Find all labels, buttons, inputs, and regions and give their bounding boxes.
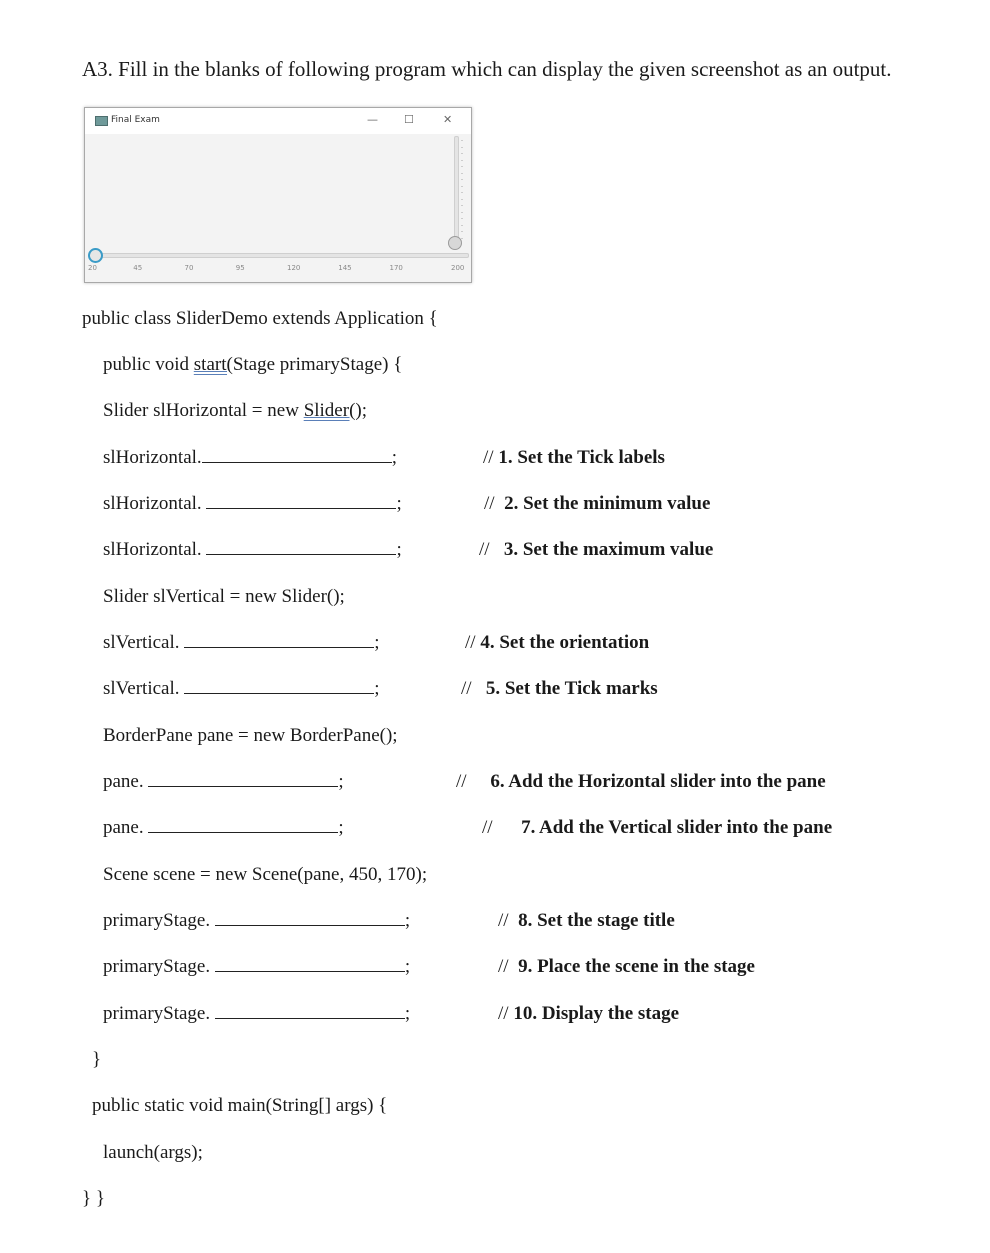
code-slider-horizontal-decl: Slider slHorizontal = new Slider(); (103, 400, 368, 421)
question-heading: A3. Fill in the blanks of following prog… (82, 57, 892, 81)
vertical-tick-mark (461, 205, 463, 206)
code-line-p2: pane. ; (103, 817, 344, 838)
maximize-icon[interactable]: ☐ (404, 113, 414, 126)
comment-1: // 1. Set the Tick labels (483, 447, 665, 468)
blank-6[interactable] (148, 772, 339, 787)
vertical-tick-mark (461, 231, 463, 232)
vertical-slider-thumb[interactable] (448, 236, 462, 250)
tick-label: 120 (287, 264, 301, 272)
blank-8[interactable] (214, 911, 405, 926)
vertical-tick-mark (461, 166, 463, 167)
vertical-tick-mark (461, 159, 463, 161)
tick-label: 95 (235, 264, 245, 272)
window-titlebar: Final Exam — ☐ ✕ (85, 108, 471, 134)
blank-3[interactable] (206, 540, 397, 555)
blank-7[interactable] (148, 818, 339, 833)
output-window-screenshot: Final Exam — ☐ ✕ 20 45 70 95 120 145 170 200 (84, 107, 472, 283)
vertical-tick-mark (461, 211, 463, 213)
blank-2[interactable] (206, 494, 397, 509)
code-start-method: public void start(Stage primaryStage) { (103, 354, 403, 375)
tick-label: 45 (133, 264, 143, 272)
vertical-tick-mark (461, 237, 463, 239)
code-line-s2: primaryStage. ; (103, 956, 411, 977)
blank-10[interactable] (214, 1004, 405, 1019)
comment-9: // 9. Place the scene in the stage (498, 956, 755, 977)
vertical-tick-mark (461, 153, 463, 154)
code-line-v2: slVertical. ; (103, 678, 380, 699)
comment-2: // 2. Set the minimum value (484, 493, 711, 514)
blank-5[interactable] (184, 679, 375, 694)
minimize-icon[interactable]: — (367, 113, 378, 126)
code-close-method: } (92, 1049, 102, 1070)
code-line-h2: slHorizontal. ; (103, 493, 402, 514)
start-link: start( (193, 354, 233, 375)
vertical-tick-mark (461, 218, 463, 219)
tick-label: 20 (88, 264, 97, 272)
code-line-p1: pane. ; (103, 771, 344, 792)
blank-4[interactable] (184, 633, 375, 648)
horizontal-slider-thumb[interactable] (88, 248, 103, 263)
vertical-tick-mark (461, 146, 463, 148)
code-line-v1: slVertical. ; (103, 632, 380, 653)
tick-label: 170 (389, 264, 403, 272)
code-line-h3: slHorizontal. ; (103, 539, 402, 560)
blank-9[interactable] (214, 957, 405, 972)
tick-label: 70 (184, 264, 194, 272)
code-line-s1: primaryStage. ; (103, 910, 411, 931)
slider-link: Slider( (303, 400, 356, 421)
vertical-tick-mark (461, 179, 463, 180)
horizontal-slider-track[interactable] (95, 253, 469, 258)
comment-6: // 6. Add the Horizontal slider into the… (456, 771, 826, 792)
comment-3: // 3. Set the maximum value (479, 539, 714, 560)
code-launch: launch(args); (103, 1142, 203, 1163)
code-class-declaration: public class SliderDemo extends Applicat… (82, 308, 438, 329)
comment-4: // 4. Set the orientation (465, 632, 650, 653)
code-line-s3: primaryStage. ; (103, 1003, 411, 1024)
code-close-class: } } (82, 1188, 105, 1209)
vertical-tick-mark (461, 172, 463, 174)
comment-7: // 7. Add the Vertical slider into the p… (482, 817, 833, 838)
vertical-tick-mark (461, 140, 463, 141)
window-title: Final Exam (111, 115, 160, 125)
tick-label: 200 (451, 264, 465, 272)
vertical-tick-mark (461, 224, 463, 226)
code-main-decl: public static void main(String[] args) { (92, 1095, 388, 1116)
code-line-h1: slHorizontal.; (103, 447, 397, 468)
vertical-tick-mark (461, 185, 463, 187)
comment-8: // 8. Set the stage title (498, 910, 675, 931)
comment-10: // 10. Display the stage (498, 1003, 680, 1024)
code-pane-decl: BorderPane pane = new BorderPane(); (103, 725, 398, 746)
comment-5: // 5. Set the Tick marks (461, 678, 658, 699)
app-icon (95, 116, 108, 126)
code-slider-vertical-decl: Slider slVertical = new Slider(); (103, 586, 345, 607)
vertical-slider-track[interactable] (454, 136, 459, 248)
close-icon[interactable]: ✕ (443, 113, 452, 126)
vertical-tick-mark (461, 198, 463, 200)
code-scene-decl: Scene scene = new Scene(pane, 450, 170); (103, 864, 428, 885)
tick-label: 145 (338, 264, 352, 272)
vertical-tick-mark (461, 192, 463, 193)
blank-1[interactable] (201, 448, 392, 463)
